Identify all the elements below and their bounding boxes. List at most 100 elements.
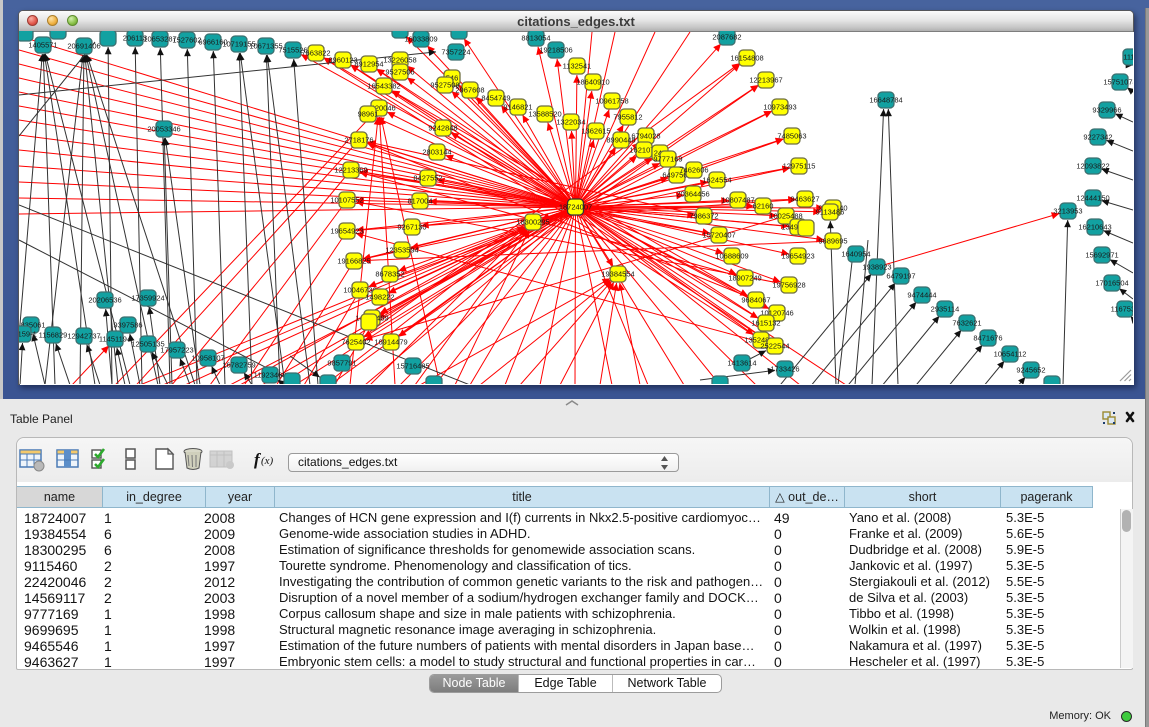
svg-text:7625402: 7625402 (341, 338, 370, 347)
svg-text:8912954: 8912954 (354, 60, 383, 69)
svg-text:17957223: 17957223 (160, 346, 193, 355)
svg-text:98961: 98961 (358, 110, 379, 119)
svg-text:7632621: 7632621 (952, 319, 981, 328)
svg-text:1413614: 1413614 (727, 359, 756, 368)
svg-text:9689695: 9689695 (818, 237, 847, 246)
svg-text:10654112: 10654112 (994, 350, 1027, 359)
svg-text:1132541: 1132541 (563, 62, 592, 71)
svg-text:9113486: 9113486 (816, 208, 845, 217)
svg-text:1615132: 1615132 (751, 319, 780, 328)
svg-text:(x): (x) (261, 455, 274, 467)
svg-text:2967608: 2967608 (455, 86, 484, 95)
svg-text:9329966: 9329966 (1092, 106, 1121, 115)
svg-text:2935114: 2935114 (931, 305, 960, 314)
svg-text:19654923: 19654923 (330, 227, 363, 236)
svg-text:9527506: 9527506 (385, 68, 414, 77)
svg-text:1322034: 1322034 (556, 118, 585, 127)
svg-text:12942737: 12942737 (67, 332, 100, 341)
svg-text:1498222: 1498222 (365, 293, 394, 302)
svg-text:7485063: 7485063 (777, 132, 806, 141)
svg-text:13226058: 13226058 (383, 56, 416, 65)
svg-text:20206536: 20206536 (88, 296, 121, 305)
svg-text:16914479: 16914479 (374, 338, 407, 347)
svg-text:7357224: 7357224 (441, 48, 470, 57)
svg-text:9397586: 9397586 (113, 321, 142, 330)
svg-text:9245652: 9245652 (1016, 366, 1045, 375)
svg-text:16782759: 16782759 (222, 361, 255, 370)
svg-text:9474444: 9474444 (907, 291, 936, 300)
svg-text:12353594: 12353594 (385, 246, 418, 255)
svg-text:15720407: 15720407 (702, 231, 735, 240)
svg-text:15692971: 15692971 (1085, 251, 1118, 260)
svg-text:9857791: 9857791 (327, 359, 356, 368)
svg-text:7462606: 7462606 (679, 166, 708, 175)
svg-text:6794028: 6794028 (631, 132, 660, 141)
svg-text:18300295: 18300295 (516, 218, 549, 227)
svg-text:2803144: 2803144 (422, 148, 451, 157)
svg-text:15751074: 15751074 (1103, 78, 1133, 87)
svg-text:19166825: 19166825 (337, 257, 370, 266)
svg-text:16210643: 16210643 (1078, 223, 1111, 232)
svg-text:19218506: 19218506 (539, 46, 572, 55)
svg-text:10961758: 10961758 (595, 97, 628, 106)
svg-text:16648784: 16648784 (869, 96, 902, 105)
svg-text:10107552: 10107552 (330, 196, 363, 205)
svg-text:12213369: 12213369 (334, 166, 367, 175)
svg-text:16154808: 16154808 (730, 54, 763, 63)
svg-text:10973493: 10973493 (763, 103, 796, 112)
svg-text:9267130: 9267130 (397, 223, 426, 232)
svg-text:12213967: 12213967 (749, 76, 782, 85)
svg-text:10958107: 10958107 (191, 354, 224, 363)
svg-text:18724007: 18724007 (559, 203, 592, 212)
svg-text:1112: 1112 (1123, 53, 1133, 62)
svg-text:19384554: 19384554 (601, 270, 634, 279)
svg-text:19756928: 19756928 (772, 281, 805, 290)
svg-text:17016504: 17016504 (1095, 279, 1128, 288)
svg-text:9227342: 9227342 (1083, 133, 1112, 142)
svg-text:1167531: 1167531 (1111, 305, 1133, 314)
svg-text:10807487: 10807487 (721, 196, 754, 205)
svg-text:18907249: 18907249 (728, 274, 761, 283)
svg-text:1733426: 1733426 (770, 365, 799, 374)
svg-text:12093822: 12093822 (1076, 162, 1109, 171)
svg-text:12975115: 12975115 (783, 162, 816, 171)
svg-text:8813054: 8813054 (521, 34, 550, 43)
svg-text:8454749: 8454749 (481, 94, 510, 103)
svg-text:16543382: 16543382 (367, 82, 400, 91)
svg-text:6479197: 6479197 (886, 272, 915, 281)
svg-text:3213953: 3213953 (1053, 207, 1082, 216)
svg-text:9463627: 9463627 (790, 195, 819, 204)
svg-text:17359924: 17359924 (131, 294, 164, 303)
svg-text:9242848: 9242848 (428, 124, 457, 133)
svg-text:15716485: 15716485 (396, 362, 429, 371)
svg-text:19654923: 19654923 (781, 252, 814, 261)
svg-text:2522544: 2522544 (760, 342, 789, 351)
svg-text:2718176: 2718176 (344, 136, 373, 145)
svg-text:10688609: 10688609 (715, 252, 748, 261)
svg-text:9777169: 9777169 (653, 155, 682, 164)
svg-text:1640954: 1640954 (841, 250, 870, 259)
svg-text:39159-1: 39159-1 (19, 330, 37, 339)
svg-text:7663822: 7663822 (301, 49, 330, 58)
svg-text:11451194: 11451194 (99, 335, 131, 344)
svg-text:2087682: 2087682 (712, 33, 741, 42)
svg-text:8471676: 8471676 (973, 334, 1002, 343)
svg-text:1362615: 1362615 (581, 127, 610, 136)
svg-text:7955812: 7955812 (613, 113, 642, 122)
svg-text:1938923: 1938923 (862, 263, 891, 272)
svg-text:8427552: 8427552 (413, 174, 442, 183)
svg-text:817004: 817004 (407, 197, 432, 206)
svg-text:62160: 62160 (753, 202, 774, 211)
svg-text:20364456: 20364456 (676, 190, 709, 199)
svg-text:8960123: 8960123 (328, 56, 357, 65)
svg-text:20691406: 20691406 (67, 42, 100, 51)
svg-text:11923468: 11923468 (254, 371, 287, 380)
svg-text:1527602: 1527602 (172, 36, 201, 45)
svg-text:12444150: 12444150 (1076, 194, 1109, 203)
svg-text:9684067: 9684067 (741, 296, 770, 305)
svg-text:1624554: 1624554 (702, 176, 731, 185)
svg-text:1405571: 1405571 (28, 41, 57, 50)
svg-text:8678352: 8678352 (375, 270, 404, 279)
svg-text:7986372: 7986372 (689, 212, 718, 221)
svg-text:18640910: 18640910 (576, 78, 609, 87)
